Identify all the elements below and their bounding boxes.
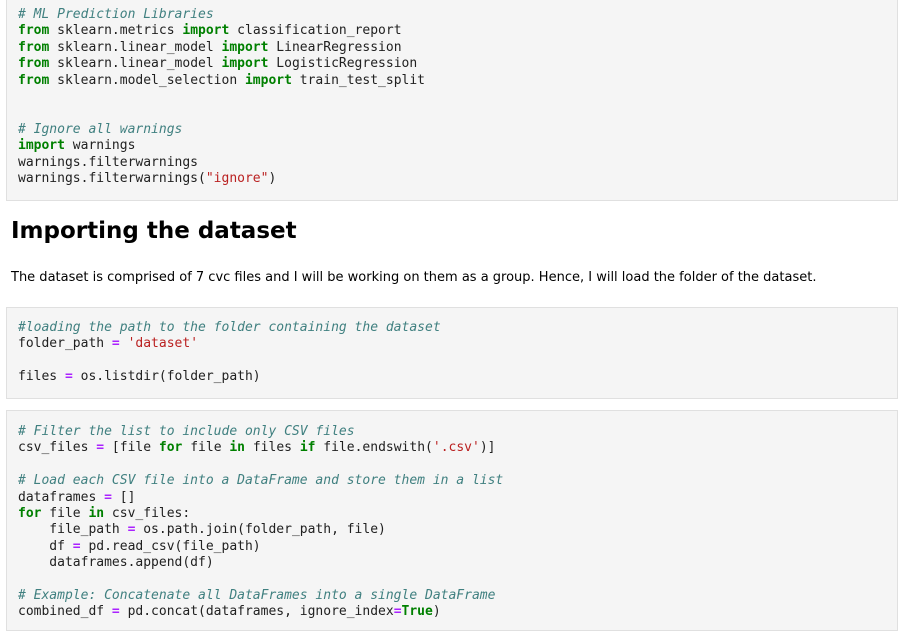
- code-line: warnings.filterwarnings("ignore"): [18, 170, 277, 186]
- code-line: df = pd.read_csv(file_path): [18, 538, 261, 554]
- code-line: # Example: Concatenate all DataFrames in…: [18, 587, 496, 603]
- code-line: # Load each CSV file into a DataFrame an…: [18, 473, 504, 489]
- code-line: #loading the path to the folder containi…: [18, 320, 441, 335]
- code-cell-imports[interactable]: # ML Prediction Libraries from sklearn.me…: [6, 0, 898, 201]
- code-line: from sklearn.linear_model import LinearR…: [18, 39, 402, 55]
- code-line: dataframes.append(df): [18, 555, 214, 571]
- code-line: # Filter the list to include only CSV fi…: [18, 424, 355, 439]
- code-line: ​: [18, 89, 897, 105]
- code-line: file_path = os.path.join(folder_path, fi…: [18, 522, 386, 538]
- code-line: from sklearn.metrics import classificati…: [18, 23, 402, 39]
- code-line: from sklearn.model_selection import trai…: [18, 72, 426, 88]
- code-line: from sklearn.linear_model import Logisti…: [18, 56, 418, 72]
- code-line: combined_df = pd.concat(dataframes, igno…: [18, 604, 441, 620]
- section-heading: Importing the dataset: [11, 218, 297, 244]
- code-line: warnings.filterwarnings: [18, 154, 199, 170]
- code-line: files = os.listdir(folder_path): [18, 369, 261, 385]
- code-line: ​: [18, 572, 897, 588]
- code-editor-imports[interactable]: # ML Prediction Libraries from sklearn.me…: [7, 0, 897, 187]
- code-line: import warnings: [18, 138, 136, 154]
- code-line: folder_path = 'dataset': [18, 336, 199, 352]
- code-line: ​: [18, 457, 897, 473]
- markdown-paragraph: The dataset is comprised of 7 cvc files …: [11, 270, 817, 285]
- code-cell-load-path[interactable]: #loading the path to the folder containi…: [6, 307, 898, 399]
- code-line: # ML Prediction Libraries: [18, 7, 214, 22]
- code-line: # Ignore all warnings: [18, 121, 183, 137]
- code-editor-load-path[interactable]: #loading the path to the folder containi…: [7, 308, 897, 386]
- code-line: ​: [18, 105, 897, 121]
- code-line: for file in csv_files:: [18, 505, 191, 521]
- code-line: csv_files = [file for file in files if f…: [18, 440, 496, 456]
- code-cell-concat[interactable]: # Filter the list to include only CSV fi…: [6, 410, 898, 631]
- code-editor-concat[interactable]: # Filter the list to include only CSV fi…: [7, 411, 897, 621]
- code-line: dataframes = []: [18, 489, 136, 505]
- code-line: ​: [18, 353, 897, 369]
